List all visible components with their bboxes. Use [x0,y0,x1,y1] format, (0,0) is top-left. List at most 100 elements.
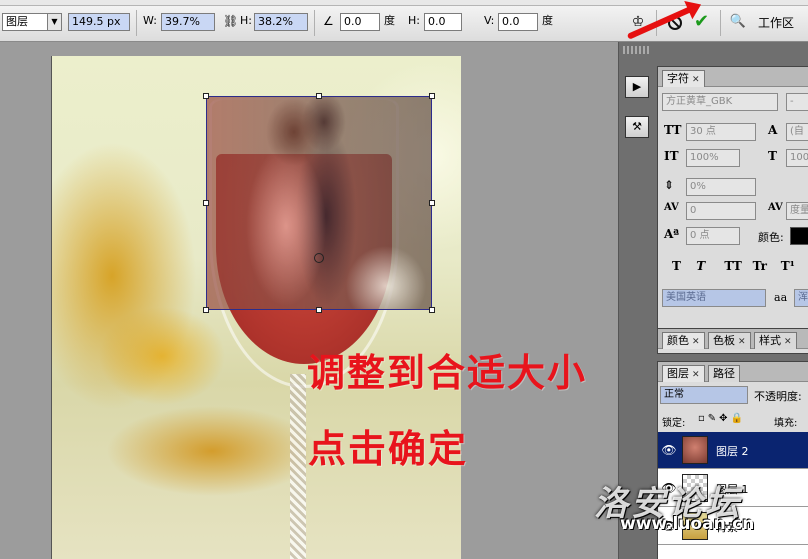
transform-handle-bottom[interactable] [316,307,322,313]
width-field[interactable]: 39.7% [161,13,215,31]
character-tabrow: 字符 ✕ [658,67,808,87]
layer-row[interactable]: 👁 图层 2 [658,432,808,469]
opacity-label: 不透明度: [754,390,802,403]
close-icon[interactable]: ✕ [784,337,792,347]
close-icon[interactable]: ✕ [692,337,700,347]
degree-unit: 度 [384,14,395,27]
baseline-scale-icon: ⇕ [664,178,675,192]
tab-styles[interactable]: 样式 ✕ [754,332,797,349]
bridge-icon[interactable]: 🔍 [728,12,748,32]
color-panel: 颜色 ✕ 色板 ✕ 样式 ✕ [657,328,808,354]
language-value: 美国英语 [666,292,706,303]
layer-thumbnail [682,436,708,464]
transform-handle-right[interactable] [429,200,435,206]
faux-italic-button[interactable]: T [696,259,720,273]
transform-handle-top-left[interactable] [203,93,209,99]
eye-icon[interactable]: 👁 [661,443,677,457]
annotation-confirm-text: 点击确定 [308,426,469,471]
close-icon[interactable]: ✕ [738,337,746,347]
degree-unit: 度 [542,14,553,27]
skew-h-field[interactable]: 0.0 [424,13,462,31]
baseline-scale-field[interactable]: 0% [686,178,756,196]
close-icon[interactable]: ✕ [692,75,700,85]
skew-v-field[interactable]: 0.0 [498,13,538,31]
workspace-button[interactable]: 工作区 [758,13,794,33]
tab-swatches[interactable]: 色板 ✕ [708,332,751,349]
blend-mode-dropdown[interactable]: 正常 [660,386,748,404]
faux-bold-button[interactable]: T [672,259,692,273]
fill-label: 填充: [774,418,798,429]
reference-point-dropdown[interactable]: 图层 ▼ [2,13,62,31]
vertical-scale-icon: IT [664,149,679,163]
tab-swatches-label: 色板 [713,334,735,347]
tab-character[interactable]: 字符 ✕ [662,70,705,87]
transform-handle-top-right[interactable] [429,93,435,99]
leading-icon: A [768,123,778,137]
text-color-swatch[interactable] [790,227,808,245]
divider [720,10,721,36]
vertical-scale-field[interactable]: 100% [686,149,740,167]
forum-watermark-url: www.luoan.cn [620,514,755,534]
tab-paths-label: 路径 [713,367,735,380]
width-label: W: [143,14,157,27]
divider [314,10,315,36]
chain-icon[interactable]: ⛓ [223,13,238,31]
skew-h-label: H: [408,14,420,27]
tab-color[interactable]: 颜色 ✕ [662,332,705,349]
tracking-field[interactable]: 度量 [786,202,808,220]
angle-icon: ∠ [323,14,334,28]
superscript-button[interactable]: T¹ [781,259,805,273]
font-size-field[interactable]: 30 点 [686,123,756,141]
tab-styles-label: 样式 [759,334,781,347]
anti-alias-dropdown[interactable]: 浑 [794,289,808,307]
horizontal-scale-icon: T [768,149,777,163]
transform-center-point[interactable] [314,253,324,263]
font-style-dropdown[interactable]: - [786,93,808,111]
color-label: 颜色: [758,231,784,244]
type-style-buttons: T T TT Tr T¹ T₁ [672,259,808,273]
font-size-icon: TT [664,123,682,137]
anti-alias-icon: aa [774,291,788,304]
tab-paths[interactable]: 路径 [708,365,740,382]
height-label: H: [240,14,252,27]
transform-handle-top[interactable] [316,93,322,99]
skew-v-label: V: [484,14,495,27]
transform-handle-bottom-left[interactable] [203,307,209,313]
transform-handle-left[interactable] [203,200,209,206]
tool-presets-icon[interactable]: ⚒ [625,116,649,138]
dock-grip[interactable] [623,46,649,54]
blend-mode-value: 正常 [664,389,684,400]
actions-play-icon[interactable]: ▶ [625,76,649,98]
divider [136,10,137,36]
kerning-field[interactable]: 0 [686,202,756,220]
reference-point-value: 图层 [6,15,28,28]
rotation-angle-field[interactable]: 0.0 [340,13,380,31]
baseline-shift-field[interactable]: 0 点 [686,227,740,245]
color-tabrow: 颜色 ✕ 色板 ✕ 样式 ✕ [658,329,808,349]
close-icon[interactable]: ✕ [692,370,700,380]
baseline-shift-icon: Aª [664,227,680,241]
font-family-value: 方正黄草_GBK [666,96,733,107]
lock-options-icons[interactable]: ▫✎✥🔒 [698,413,746,424]
tab-layers-label: 图层 [667,367,689,380]
x-position-field[interactable]: 149.5 px [68,13,130,31]
transform-handle-bottom-right[interactable] [429,307,435,313]
tab-layers[interactable]: 图层 ✕ [662,365,705,382]
kerning-icon: AV [664,202,679,213]
lock-label: 锁定: [662,418,686,429]
leading-field[interactable]: (自 [786,123,808,141]
tracking-icon: AV [768,202,783,213]
small-caps-button[interactable]: Tr [753,259,777,273]
wine-glass-stem [290,374,306,559]
anti-alias-label: a [780,291,788,304]
chevron-down-icon: ▼ [47,14,61,30]
font-family-dropdown[interactable]: 方正黄草_GBK [662,93,778,111]
transform-bounding-box[interactable] [206,96,432,310]
layers-tabrow: 图层 ✕ 路径 [658,362,808,382]
all-caps-button[interactable]: TT [724,259,748,273]
language-dropdown[interactable]: 美国英语 [662,289,766,307]
tab-color-label: 颜色 [667,334,689,347]
height-field[interactable]: 38.2% [254,13,308,31]
tab-character-label: 字符 [667,72,689,85]
horizontal-scale-field[interactable]: 100 [786,149,808,167]
